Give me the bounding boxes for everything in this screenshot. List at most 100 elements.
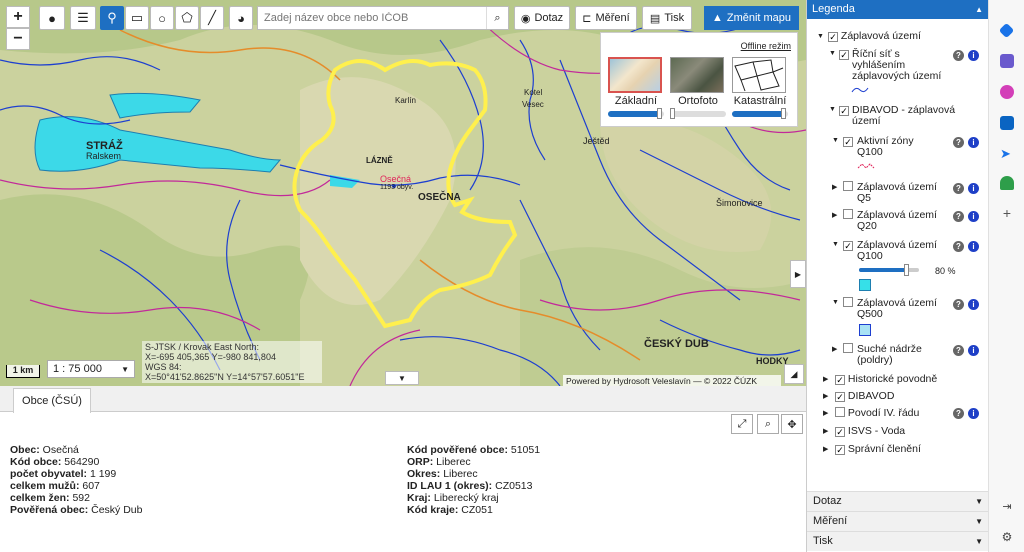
- tab-obce[interactable]: Obce (ČSÚ): [13, 388, 91, 413]
- checkbox-empty-icon[interactable]: [843, 181, 853, 191]
- checkbox-checked-icon[interactable]: ✓: [839, 50, 849, 60]
- info-icon[interactable]: i: [968, 241, 979, 252]
- zoom-in-button[interactable]: +: [6, 6, 30, 28]
- basemap-zakladni-slider-knob[interactable]: [657, 108, 662, 119]
- basemap-ortofoto[interactable]: Ortofoto: [670, 57, 726, 119]
- checkbox-checked-icon[interactable]: ✓: [835, 427, 845, 437]
- layer-aktivni-zony[interactable]: ✓: [843, 135, 853, 147]
- info-icon[interactable]: i: [968, 211, 979, 222]
- checkbox-empty-icon[interactable]: [843, 209, 853, 219]
- layer-ricni-sit[interactable]: ✓: [839, 48, 849, 60]
- caret-right-icon[interactable]: ▶: [832, 211, 837, 219]
- search-button[interactable]: ⌕: [486, 7, 508, 29]
- mereni-button[interactable]: ⊏ Měření: [575, 6, 637, 30]
- layer-q500[interactable]: [843, 297, 853, 309]
- checkbox-checked-icon[interactable]: ✓: [835, 375, 845, 385]
- layer-dibavod[interactable]: ✓ DIBAVOD: [835, 390, 894, 402]
- polygon-tool-button[interactable]: ⬠: [175, 6, 199, 30]
- q100-opacity-knob[interactable]: [904, 264, 909, 276]
- checkbox-checked-icon[interactable]: ✓: [835, 392, 845, 402]
- info-icon[interactable]: i: [968, 345, 979, 356]
- caret-down-icon[interactable]: ▼: [829, 106, 836, 113]
- tisk-button[interactable]: ▤ Tisk: [642, 6, 692, 30]
- basemap-zakladni-opacity-slider[interactable]: [608, 108, 664, 119]
- map-canvas[interactable]: STRÁŽ Ralskem OSEČNA Osečná 1193 obyv. Č…: [0, 0, 806, 386]
- info-icon[interactable]: i: [968, 183, 979, 194]
- sidebar-toggle-icon[interactable]: ⇥: [1000, 500, 1014, 514]
- basemap-zakladni-thumbnail[interactable]: [608, 57, 662, 93]
- search-input[interactable]: [258, 7, 486, 29]
- help-icon[interactable]: ?: [953, 50, 964, 61]
- info-icon[interactable]: i: [968, 50, 979, 61]
- expand-legend-button[interactable]: ▶: [790, 260, 806, 288]
- caret-right-icon[interactable]: ▶: [832, 183, 837, 191]
- layer-suche-nadrze[interactable]: [843, 343, 853, 355]
- zmenit-mapu-button[interactable]: ▲ Změnit mapu: [704, 6, 799, 30]
- collapse-bottom-panel-button[interactable]: ▼: [385, 371, 419, 385]
- info-icon[interactable]: i: [968, 408, 979, 419]
- checkbox-empty-icon[interactable]: [843, 343, 853, 353]
- chess-icon[interactable]: [1000, 54, 1014, 68]
- accordion-tisk[interactable]: Tisk ▼: [807, 531, 988, 551]
- basemap-ortofoto-thumbnail[interactable]: [670, 57, 724, 93]
- send-icon[interactable]: ➤: [1000, 146, 1014, 161]
- offline-mode-link[interactable]: Offline režim: [741, 41, 791, 51]
- checkbox-checked-icon[interactable]: ✓: [843, 137, 853, 147]
- zoom-to-feature-button[interactable]: ⌕: [757, 414, 779, 434]
- legend-header[interactable]: Legenda ▲: [807, 0, 988, 19]
- caret-right-icon[interactable]: ▶: [823, 427, 828, 435]
- layer-zaplavova-uzemi[interactable]: ✓ Záplavová území: [828, 30, 921, 42]
- caret-right-icon[interactable]: ▶: [823, 445, 828, 453]
- basemap-ortofoto-opacity-slider[interactable]: [670, 108, 726, 119]
- caret-right-icon[interactable]: ▶: [823, 409, 828, 417]
- caret-down-icon[interactable]: ▼: [832, 137, 839, 144]
- checkbox-checked-icon[interactable]: ✓: [835, 445, 845, 455]
- layer-q5[interactable]: [843, 181, 853, 193]
- q100-opacity-slider[interactable]: [859, 264, 919, 276]
- help-icon[interactable]: ?: [953, 137, 964, 148]
- copilot-icon[interactable]: [1000, 85, 1014, 99]
- line-tool-button[interactable]: ╱: [200, 6, 224, 30]
- help-icon[interactable]: ?: [953, 183, 964, 194]
- zoom-out-button[interactable]: −: [6, 28, 30, 50]
- dotaz-button[interactable]: ◉ Dotaz: [514, 6, 570, 30]
- caret-right-icon[interactable]: ▶: [832, 345, 837, 353]
- rectangle-tool-button[interactable]: ▭: [125, 6, 149, 30]
- basemap-katastralni[interactable]: Katastrální: [732, 57, 788, 119]
- help-icon[interactable]: ?: [953, 211, 964, 222]
- info-icon[interactable]: i: [968, 299, 979, 310]
- help-icon[interactable]: ?: [953, 408, 964, 419]
- layer-q100[interactable]: ✓: [843, 239, 853, 251]
- expand-panel-button[interactable]: ⤢: [731, 414, 753, 434]
- layer-dibavod-zu[interactable]: ✓: [839, 104, 849, 116]
- caret-down-icon[interactable]: ▼: [829, 50, 836, 57]
- search-box[interactable]: ⌕: [257, 6, 509, 30]
- basemap-ortofoto-slider-knob[interactable]: [670, 108, 676, 119]
- corner-toggle-button[interactable]: ◢: [784, 364, 804, 384]
- caret-down-icon[interactable]: ▼: [817, 33, 824, 40]
- caret-right-icon[interactable]: ▶: [823, 392, 828, 400]
- globe-button[interactable]: ●: [39, 6, 65, 30]
- add-icon[interactable]: +: [1000, 206, 1014, 220]
- scale-select[interactable]: 1 : 75 000 ▼: [47, 360, 135, 378]
- help-icon[interactable]: ?: [953, 299, 964, 310]
- circle-tool-button[interactable]: ○: [150, 6, 174, 30]
- gear-icon[interactable]: ⚙: [1000, 530, 1014, 544]
- basemap-katastralni-slider-knob[interactable]: [781, 108, 786, 119]
- help-icon[interactable]: ?: [953, 345, 964, 356]
- style-tool-button[interactable]: ◕: [229, 6, 253, 30]
- layer-historicke-povodne[interactable]: ✓ Historické povodně: [835, 373, 937, 385]
- accordion-dotaz[interactable]: Dotaz ▼: [807, 491, 988, 511]
- checkbox-empty-icon[interactable]: [843, 297, 853, 307]
- checkbox-checked-icon[interactable]: ✓: [839, 106, 849, 116]
- accordion-mereni[interactable]: Měření ▼: [807, 511, 988, 531]
- checkbox-checked-icon[interactable]: ✓: [828, 32, 838, 42]
- pan-to-feature-button[interactable]: ✥: [781, 414, 803, 434]
- help-icon[interactable]: ?: [953, 241, 964, 252]
- info-icon[interactable]: i: [968, 137, 979, 148]
- layer-spravni-cleneni[interactable]: ✓ Správní členění: [835, 443, 921, 455]
- menu-button[interactable]: ☰: [70, 6, 96, 30]
- checkbox-checked-icon[interactable]: ✓: [843, 241, 853, 251]
- caret-down-icon[interactable]: ▼: [832, 299, 839, 306]
- basemap-zakladni[interactable]: Základní: [608, 57, 664, 119]
